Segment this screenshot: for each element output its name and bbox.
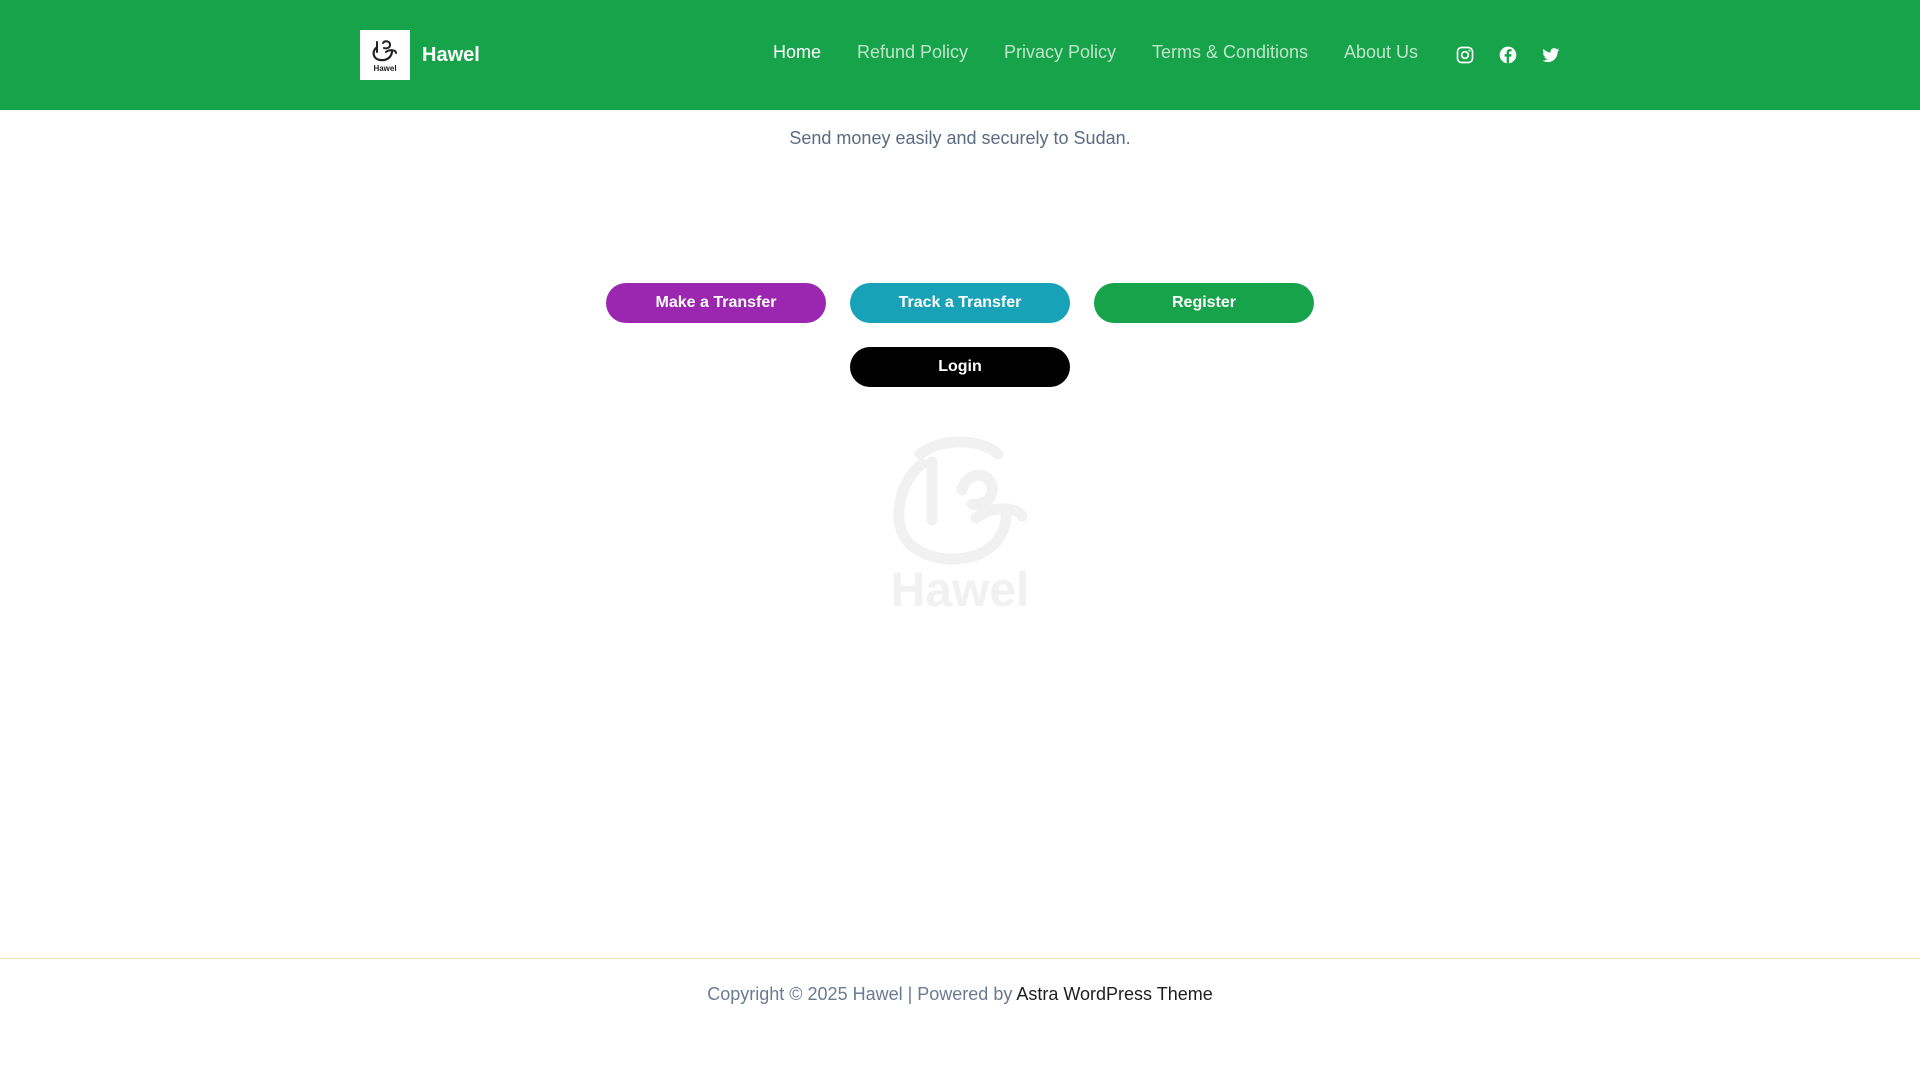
tagline: Send money easily and securely to Sudan.: [789, 128, 1131, 148]
site-title[interactable]: Hawel: [422, 44, 480, 67]
astra-theme-link[interactable]: Astra WordPress Theme: [1016, 984, 1212, 1004]
site-footer: Copyright © 2025 Hawel | Powered by Astr…: [0, 958, 1920, 1081]
nav-item-refund-policy[interactable]: Refund Policy: [857, 42, 968, 63]
nav-item-home[interactable]: Home: [773, 42, 821, 63]
site-header: Hawel Hawel Home Refund Policy Privacy P…: [0, 0, 1920, 110]
hawel-logo-icon: [372, 39, 397, 61]
hawel-watermark-logo: Hawel: [891, 436, 1030, 612]
twitter-icon[interactable]: [1541, 45, 1561, 65]
nav-item-terms-conditions[interactable]: Terms & Conditions: [1152, 42, 1308, 63]
login-button[interactable]: Login: [850, 347, 1070, 387]
track-transfer-button[interactable]: Track a Transfer: [850, 283, 1070, 323]
site-logo[interactable]: Hawel: [360, 30, 410, 80]
logo-text: Hawel: [373, 63, 397, 73]
footer-copyright: Copyright © 2025 Hawel | Powered by Astr…: [0, 984, 1920, 1005]
nav-item-privacy-policy[interactable]: Privacy Policy: [1004, 42, 1116, 63]
register-button[interactable]: Register: [1094, 283, 1314, 323]
nav-item-about-us[interactable]: About Us: [1344, 42, 1418, 63]
facebook-icon[interactable]: [1498, 45, 1518, 65]
make-transfer-button[interactable]: Make a Transfer: [606, 283, 826, 323]
watermark-text: Hawel: [891, 564, 1030, 612]
site-branding[interactable]: Hawel Hawel: [360, 30, 480, 80]
copyright-text: Copyright © 2025 Hawel | Powered by: [707, 984, 1017, 1004]
instagram-icon[interactable]: [1455, 45, 1475, 65]
